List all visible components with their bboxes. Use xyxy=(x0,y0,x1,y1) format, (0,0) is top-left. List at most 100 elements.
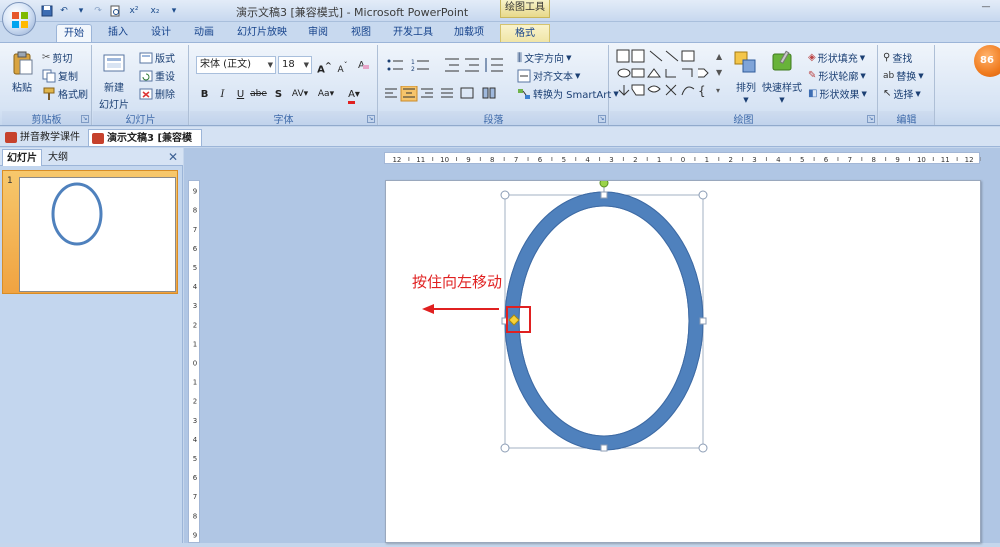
dropdown-arrow-icon[interactable]: ▾ xyxy=(74,4,88,18)
slide-thumbnail[interactable] xyxy=(19,177,176,292)
replace-button[interactable]: ab 替换 ▼ xyxy=(883,68,924,84)
brace-shape-icon[interactable]: { xyxy=(698,84,706,98)
resize-handle-top-right[interactable] xyxy=(698,190,708,200)
resize-handle-top-left[interactable] xyxy=(500,190,510,200)
vertical-textbox-shape-icon[interactable] xyxy=(631,49,645,63)
shapes-gallery[interactable]: { ▲ ▼ ▾ xyxy=(616,49,726,107)
convert-smartart-button[interactable]: 转换为 SmartArt ▼ xyxy=(517,86,619,101)
font-color-button[interactable]: A▾ xyxy=(342,86,366,104)
character-spacing-button[interactable]: AV▾ xyxy=(288,86,312,103)
textbox-shape-icon[interactable] xyxy=(616,49,630,63)
font-size-combo[interactable]: 18 ▼ xyxy=(278,56,312,74)
justify-icon[interactable] xyxy=(441,88,453,98)
rectangle-shape-icon[interactable] xyxy=(681,50,695,62)
grow-font-button[interactable]: A^ xyxy=(316,57,333,75)
increase-indent-icon[interactable] xyxy=(465,58,479,72)
resize-handle-bottom-left[interactable] xyxy=(500,443,510,453)
arrange-button[interactable]: 排列 ▼ xyxy=(732,49,760,104)
elbow2-connector-shape-icon[interactable] xyxy=(682,68,693,77)
align-text-button[interactable]: 对齐文本 ▼ xyxy=(517,68,580,83)
cut-button[interactable]: ✂ 剪切 xyxy=(42,50,72,65)
strikethrough-button[interactable]: abe xyxy=(250,86,267,103)
elbow-connector-shape-icon[interactable] xyxy=(665,69,676,78)
ellipse-shape[interactable] xyxy=(504,191,704,451)
doc-tab-current[interactable]: 演示文稿3 [兼容模式] xyxy=(88,129,202,161)
clear-formatting-button[interactable]: A xyxy=(354,57,371,74)
tab-review[interactable]: 审阅 xyxy=(300,24,336,42)
paragraph-launcher-icon[interactable]: ↘ xyxy=(598,115,606,123)
tab-slides[interactable]: 幻灯片 xyxy=(2,149,42,166)
align-left-icon[interactable] xyxy=(385,88,397,98)
save-icon[interactable] xyxy=(40,4,54,18)
callout-shape-icon[interactable] xyxy=(631,84,645,96)
decrease-indent-icon[interactable] xyxy=(445,58,459,72)
resize-handle-top[interactable] xyxy=(600,191,608,199)
tab-add-ins[interactable]: 加载项 xyxy=(446,24,492,42)
subscript-icon[interactable]: x₂ xyxy=(146,4,164,18)
distributed-icon[interactable] xyxy=(460,87,474,99)
line-shape-icon[interactable] xyxy=(649,50,663,62)
tab-design[interactable]: 设计 xyxy=(143,24,179,42)
quick-styles-button[interactable]: 快速样式 ▼ xyxy=(762,49,802,104)
resize-handle-bottom-right[interactable] xyxy=(698,443,708,453)
close-icon[interactable]: ✕ xyxy=(168,150,178,164)
doc-tab-pinyin[interactable]: 拼音教学课件 xyxy=(2,129,88,146)
clipboard-launcher-icon[interactable]: ↘ xyxy=(81,115,89,123)
tab-view[interactable]: 视图 xyxy=(343,24,379,42)
paste-button[interactable]: 粘贴 xyxy=(8,49,36,94)
line-spacing-icon[interactable] xyxy=(485,58,503,72)
right-arrow-shape-icon[interactable] xyxy=(698,68,709,78)
tab-outline[interactable]: 大纲 xyxy=(44,149,72,166)
find-button[interactable]: ⚲ 查找 xyxy=(883,50,912,65)
drawing-launcher-icon[interactable]: ↘ xyxy=(867,115,875,123)
tab-home[interactable]: 开始 xyxy=(56,24,92,42)
redo-icon[interactable]: ↷ xyxy=(91,4,105,18)
bold-button[interactable]: B xyxy=(196,86,213,103)
rotation-handle-icon[interactable] xyxy=(599,178,609,188)
numbering-icon[interactable]: 12 xyxy=(411,59,429,73)
triangle-shape-icon[interactable] xyxy=(647,68,661,78)
print-preview-icon[interactable] xyxy=(108,4,122,18)
shape-fill-button[interactable]: ◈ 形状填充 ▼ xyxy=(808,50,865,65)
delete-slide-button[interactable]: 删除 xyxy=(139,86,175,101)
shrink-font-button[interactable]: Aˇ xyxy=(334,57,351,75)
underline-button[interactable]: U xyxy=(232,86,249,103)
select-button[interactable]: ↖ 选择 ▼ xyxy=(883,86,921,101)
bullets-icon[interactable] xyxy=(387,59,404,71)
tab-animations[interactable]: 动画 xyxy=(186,24,222,42)
slide-thumbnail-selected[interactable]: 1 xyxy=(2,170,178,294)
resize-handle-bottom[interactable] xyxy=(600,444,608,452)
gallery-up-icon[interactable]: ▲ xyxy=(716,52,723,61)
shape-outline-button[interactable]: ✎ 形状轮廓 ▼ xyxy=(808,68,866,83)
text-shadow-button[interactable]: S xyxy=(270,86,287,103)
tab-developer[interactable]: 开发工具 xyxy=(387,24,439,42)
down-arrow-shape-icon[interactable] xyxy=(618,85,630,96)
slide-canvas[interactable] xyxy=(385,178,981,543)
tab-slide-show[interactable]: 幻灯片放映 xyxy=(232,24,292,42)
text-direction-button[interactable]: ⫼ 文字方向 ▼ xyxy=(517,50,571,66)
undo-icon[interactable]: ↶ xyxy=(57,4,71,18)
tab-insert[interactable]: 插入 xyxy=(100,24,136,42)
columns-icon[interactable] xyxy=(482,87,496,99)
gallery-more-icon[interactable]: ▾ xyxy=(716,86,720,95)
copy-button[interactable]: 复制 xyxy=(42,68,78,83)
resize-handle-right[interactable] xyxy=(699,317,707,325)
score-badge[interactable]: 86 xyxy=(974,45,1000,77)
change-case-button[interactable]: Aa▾ xyxy=(314,86,338,103)
reset-button[interactable]: 重设 xyxy=(139,68,175,83)
align-right-icon[interactable] xyxy=(421,88,433,98)
rectangle2-shape-icon[interactable] xyxy=(631,68,645,78)
oval-shape-icon[interactable] xyxy=(617,68,631,78)
new-slide-button[interactable]: 新建 幻灯片 xyxy=(99,49,129,111)
wave-shape-icon[interactable] xyxy=(647,85,661,93)
minimize-button[interactable]: — xyxy=(976,2,996,16)
arrow-shape-icon[interactable] xyxy=(665,50,679,62)
tab-format[interactable]: 格式 xyxy=(500,24,550,42)
office-button[interactable] xyxy=(2,2,36,36)
customize-qat-icon[interactable]: ▾ xyxy=(167,4,181,18)
italic-button[interactable]: I xyxy=(214,86,231,103)
font-launcher-icon[interactable]: ↘ xyxy=(367,115,375,123)
superscript-icon[interactable]: x² xyxy=(125,4,143,18)
lightning-shape-icon[interactable] xyxy=(665,84,677,96)
curve-shape-icon[interactable] xyxy=(681,86,695,96)
